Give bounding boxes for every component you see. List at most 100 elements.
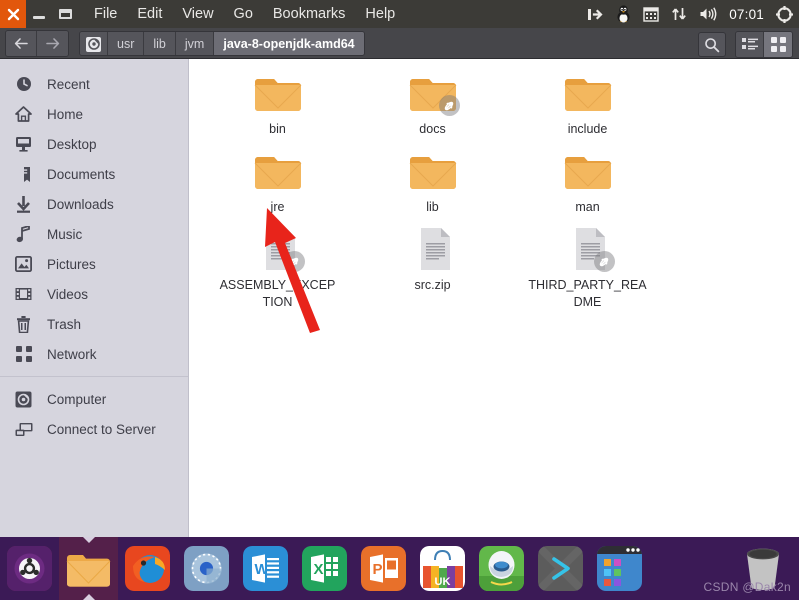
- search-icon[interactable]: [698, 32, 726, 57]
- breadcrumb-current[interactable]: java-8-openjdk-amd64: [214, 31, 364, 55]
- folder-icon: [562, 69, 614, 117]
- desktop-icon: [14, 136, 33, 152]
- dock-item-software-center[interactable]: [472, 537, 531, 600]
- dock-item-ubuntu-logo[interactable]: [0, 537, 59, 600]
- file-label: include: [567, 122, 608, 136]
- sidebar-item-network[interactable]: Network: [0, 339, 188, 369]
- maximize-glyph: [58, 9, 72, 19]
- documents-icon: [14, 166, 33, 183]
- desktop-screen: File Edit View Go Bookmarks Help 07:01 u…: [0, 0, 799, 600]
- window-titlebar: File Edit View Go Bookmarks Help 07:01: [0, 0, 799, 28]
- volume-icon[interactable]: [699, 6, 717, 22]
- file-item-bin[interactable]: bin: [200, 64, 355, 142]
- close-button[interactable]: [0, 0, 26, 28]
- firefox-icon: [125, 546, 170, 591]
- ubuntu-software-icon: UK: [420, 546, 465, 591]
- dock-item-files[interactable]: [59, 537, 118, 600]
- tux-penguin-icon[interactable]: [616, 5, 631, 23]
- navigation-toolbar: usr lib jvm java-8-openjdk-amd64: [0, 28, 799, 59]
- folder-icon: [252, 69, 304, 117]
- sidebar-item-label: Computer: [47, 391, 107, 407]
- dock-item-powerpoint[interactable]: P: [354, 537, 413, 600]
- breadcrumb-computer[interactable]: [80, 31, 108, 55]
- settings-gear-icon[interactable]: [776, 5, 793, 23]
- dock-item-chromium[interactable]: [177, 537, 236, 600]
- breadcrumb-lib[interactable]: lib: [144, 31, 176, 55]
- show-applications-icon: [597, 546, 642, 591]
- document-icon: [562, 225, 615, 273]
- file-label: docs: [419, 122, 446, 136]
- sidebar-item-label: Music: [47, 226, 83, 242]
- folder-icon: [562, 147, 614, 195]
- chromium-icon: [184, 546, 229, 591]
- sidebar-item-desktop[interactable]: Desktop: [0, 129, 188, 159]
- file-item-src-zip[interactable]: src.zip: [355, 220, 510, 298]
- home-icon: [14, 106, 33, 122]
- sidebar-item-label: Home: [47, 106, 84, 122]
- dock-item-show-applications[interactable]: [590, 537, 649, 600]
- menu-view[interactable]: View: [182, 0, 213, 28]
- sidebar-item-computer[interactable]: Computer: [0, 384, 188, 414]
- file-item-assembly-exception[interactable]: ASSEMBLY_EXCEPTION: [200, 220, 355, 309]
- file-item-man[interactable]: man: [510, 142, 665, 220]
- file-item-jre[interactable]: jre: [200, 142, 355, 220]
- list-view-icon[interactable]: [736, 32, 764, 57]
- sidebar-item-label: Trash: [47, 316, 82, 332]
- sidebar-item-label: Downloads: [47, 196, 114, 212]
- folder-icon: [407, 147, 459, 195]
- network-transfer-icon[interactable]: [671, 6, 687, 22]
- file-label: man: [575, 200, 600, 214]
- minimize-button[interactable]: [26, 0, 52, 28]
- dock-item-firefox[interactable]: [118, 537, 177, 600]
- file-label: bin: [269, 122, 286, 136]
- toolbar-right-buttons: [698, 31, 793, 58]
- symlink-badge-icon: [438, 95, 460, 116]
- maximize-button[interactable]: [52, 0, 78, 28]
- sidebar-item-home[interactable]: Home: [0, 99, 188, 129]
- files-manager-icon: [66, 546, 111, 591]
- calendar-icon[interactable]: [643, 6, 659, 22]
- system-tray: 07:01: [587, 0, 793, 28]
- svg-text:X: X: [314, 561, 324, 578]
- menu-file[interactable]: File: [94, 0, 117, 28]
- sidebar-item-connect-server[interactable]: Connect to Server: [0, 414, 188, 444]
- sidebar-item-videos[interactable]: Videos: [0, 279, 188, 309]
- document-icon: [407, 225, 459, 273]
- menu-edit[interactable]: Edit: [137, 0, 162, 28]
- forward-arrow-icon[interactable]: [37, 30, 68, 56]
- menu-bookmarks[interactable]: Bookmarks: [273, 0, 346, 28]
- sidebar-item-label: Documents: [47, 166, 116, 182]
- file-list-view[interactable]: bin docs include jre lib man ASSEMBLY_EX…: [190, 59, 799, 537]
- sidebar-item-trash[interactable]: Trash: [0, 309, 188, 339]
- file-label: THIRD_PARTY_README: [528, 278, 647, 309]
- file-item-docs[interactable]: docs: [355, 64, 510, 142]
- dock-item-excel[interactable]: X: [295, 537, 354, 600]
- menu-go[interactable]: Go: [234, 0, 253, 28]
- computer-drive-icon: [86, 36, 101, 52]
- places-sidebar: Recent Home Desktop Documents Downloads: [0, 59, 189, 537]
- trash-icon: [14, 315, 33, 333]
- dock-item-terminal[interactable]: [531, 537, 590, 600]
- breadcrumb: usr lib jvm java-8-openjdk-amd64: [79, 30, 365, 56]
- input-indicator-icon[interactable]: [587, 7, 604, 22]
- dock-items: W X P UK: [0, 537, 649, 600]
- sidebar-item-downloads[interactable]: Downloads: [0, 189, 188, 219]
- grid-view-icon[interactable]: [764, 32, 792, 57]
- sidebar-item-pictures[interactable]: Pictures: [0, 249, 188, 279]
- menu-help[interactable]: Help: [365, 0, 395, 28]
- clock-label[interactable]: 07:01: [729, 7, 764, 22]
- breadcrumb-jvm[interactable]: jvm: [175, 31, 215, 55]
- sidebar-item-documents[interactable]: Documents: [0, 159, 188, 189]
- back-arrow-icon[interactable]: [6, 30, 37, 56]
- file-label: src.zip: [414, 278, 451, 292]
- ubuntu-logo-icon: [7, 546, 52, 591]
- svg-text:P: P: [373, 561, 383, 578]
- file-item-third-party-readme[interactable]: THIRD_PARTY_README: [510, 220, 665, 309]
- sidebar-item-music[interactable]: Music: [0, 219, 188, 249]
- file-item-include[interactable]: include: [510, 64, 665, 142]
- dock-item-ubuntu-software[interactable]: UK: [413, 537, 472, 600]
- file-item-lib[interactable]: lib: [355, 142, 510, 220]
- sidebar-item-recent[interactable]: Recent: [0, 69, 188, 99]
- dock-item-word[interactable]: W: [236, 537, 295, 600]
- breadcrumb-usr[interactable]: usr: [108, 31, 145, 55]
